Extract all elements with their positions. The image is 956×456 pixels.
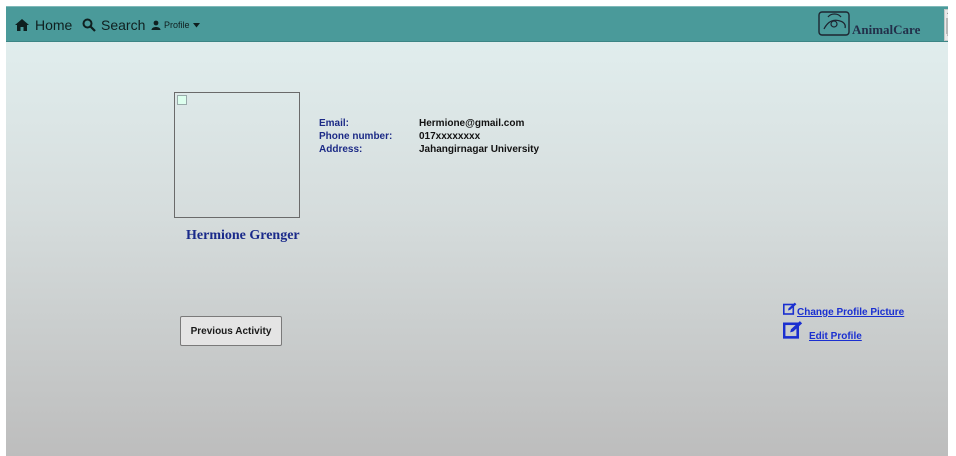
profile-info-table: Email: Hermione@gmail.com Phone number: … (319, 118, 539, 157)
edit-profile-label: Edit Profile (809, 331, 862, 342)
edit-icon (783, 302, 797, 318)
broken-image-icon (177, 95, 187, 105)
info-row-address: Address: Jahangirnagar University (319, 144, 539, 157)
home-icon (14, 18, 30, 32)
info-value: Jahangirnagar University (419, 144, 540, 155)
logo-text: AnimalCare (852, 22, 921, 37)
page: Home Search Profile AnimalCare Hermione … (6, 6, 948, 456)
nav-search-label: Search (101, 17, 146, 33)
info-value: 017xxxxxxxx (419, 131, 481, 142)
change-profile-picture-label: Change Profile Picture (797, 307, 905, 318)
info-label: Phone number: (319, 131, 393, 142)
profile-picture (174, 92, 300, 218)
info-label: Email: (319, 118, 350, 129)
scrollbar-thumb[interactable] (946, 18, 948, 34)
nav-profile-label: Profile (164, 20, 190, 30)
chevron-down-icon (192, 22, 200, 28)
nav-home-label: Home (35, 17, 73, 33)
search-icon (82, 18, 96, 32)
brand-logo[interactable]: AnimalCare (818, 10, 928, 40)
change-profile-picture-link[interactable]: Change Profile Picture (783, 302, 904, 318)
info-value: Hermione@gmail.com (419, 118, 525, 129)
nav-home-link[interactable]: Home (14, 7, 72, 43)
nav-search-link[interactable]: Search (82, 7, 145, 43)
animal-hand-logo-icon (818, 9, 854, 42)
info-row-email: Email: Hermione@gmail.com (319, 118, 539, 131)
previous-activity-button[interactable]: Previous Activity (180, 316, 282, 346)
edit-profile-link[interactable]: Edit Profile (782, 320, 862, 342)
nav-profile-dropdown[interactable]: Profile (151, 7, 200, 43)
window-scrollbar[interactable]: ▲ ▼ (944, 9, 948, 41)
scroll-down-icon[interactable]: ▼ (945, 34, 948, 40)
info-row-phone: Phone number: 017xxxxxxxx (319, 131, 539, 144)
user-icon (151, 20, 161, 30)
info-label: Address: (319, 144, 363, 155)
edit-icon (782, 320, 803, 342)
scroll-up-icon[interactable]: ▲ (945, 10, 948, 16)
profile-name: Hermione Grenger (186, 228, 300, 243)
top-navbar: Home Search Profile AnimalCare (6, 6, 948, 42)
